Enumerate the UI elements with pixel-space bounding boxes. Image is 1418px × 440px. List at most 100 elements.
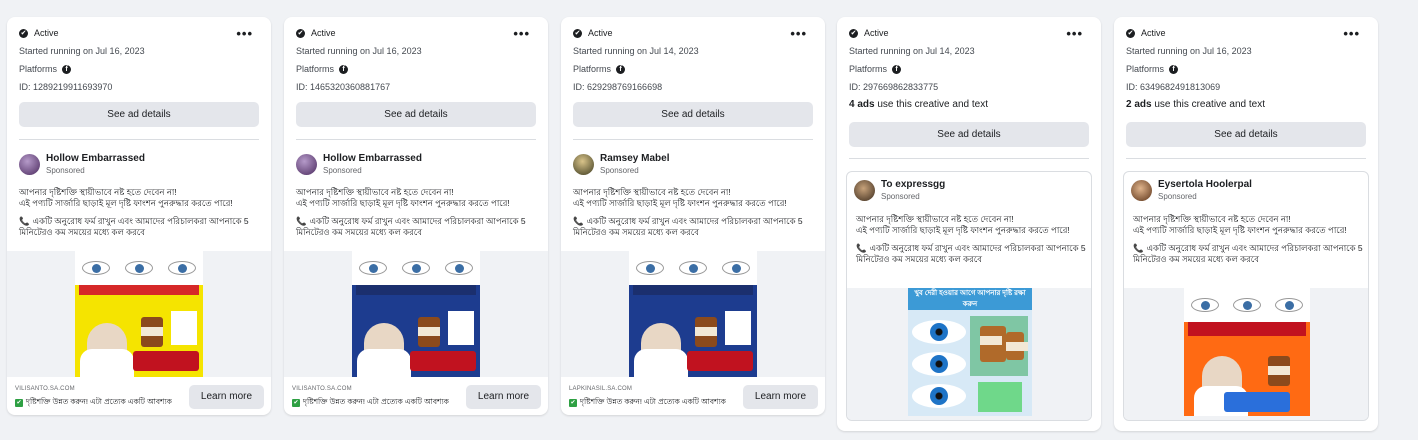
platforms-label: Platforms [19,64,58,74]
ads-count: 4 ads [849,99,875,110]
started-running-text: Started running on Jul 16, 2023 [296,46,422,56]
eye-icon [1191,298,1219,312]
cta-row: ✔ দৃষ্টিশক্তি উন্নত করুন! এটা প্রত্যেক এ… [15,397,172,409]
platforms-row: Platforms f [19,64,72,74]
eye-icon [124,261,153,275]
eyes-strip [629,251,757,285]
ad-id-text: ID: 6349682491813069 [1126,82,1221,92]
check-circle-icon: ✔ [19,28,28,38]
eye-icon [912,352,966,376]
creative-banner [1188,322,1306,336]
status-row: ✔ Active [19,28,59,38]
body-line-2: এই পণ্যটি সার্জারি ছাড়াই মূল দৃষ্টি ফাং… [1133,224,1347,235]
divider [849,158,1089,159]
eye-icon [82,261,111,275]
advertiser-row[interactable]: Hollow Embarrassed Sponsored [296,153,422,176]
advertiser-name[interactable]: Ramsey Mabel [600,153,669,165]
ad-creative-image[interactable] [75,251,203,377]
more-options-button[interactable]: ••• [1066,26,1083,41]
ad-card-3: ✔ Active ••• Started running on Jul 14, … [561,17,825,415]
green-check-icon: ✔ [292,399,300,407]
eye-icon [444,261,473,275]
facebook-icon: f [616,64,626,74]
see-ad-details-button[interactable]: See ad details [849,122,1089,147]
more-options-button[interactable]: ••• [513,26,530,41]
doctor-coat [357,349,411,377]
see-ad-details-button[interactable]: See ad details [19,102,259,127]
status-row: ✔ Active [849,28,889,38]
creative-banner [356,285,476,295]
creative-title: খুব দেরী হওয়ার আগে আপনার দৃষ্টি রক্ষা ক… [908,288,1032,310]
platforms-row: Platforms f [1126,64,1179,74]
eye-icon [912,320,966,344]
ad-body-text: আপনার দৃষ্টিশক্তি স্থায়ীভাবে নষ্ট হতে দ… [19,187,263,237]
facebook-icon: f [892,64,902,74]
status-text: Active [34,28,59,38]
more-options-button[interactable]: ••• [236,26,253,41]
advertiser-row[interactable]: Hollow Embarrassed Sponsored [19,153,145,176]
offer-badge [410,351,476,371]
ad-id-text: ID: 1465320360881767 [296,82,391,92]
platforms-label: Platforms [573,64,612,74]
learn-more-button[interactable]: Learn more [466,385,541,409]
ad-creative-image[interactable]: খুব দেরী হওয়ার আগে আপনার দৃষ্টি রক্ষা ক… [908,288,1032,416]
more-options-button[interactable]: ••• [790,26,807,41]
product-bottle [1006,332,1028,360]
see-ad-details-button[interactable]: See ad details [1126,122,1366,147]
avatar[interactable] [296,154,317,175]
see-ad-details-button[interactable]: See ad details [296,102,536,127]
cta-row: ✔ দৃষ্টিশক্তি উন্নত করুন! এটা প্রত্যেক এ… [292,397,449,409]
avatar[interactable] [854,180,875,201]
body-line-3: 📞 একটি অনুরোধ ফর্ম রাখুন এবং আমাদের পরিচা… [19,216,263,237]
started-running-text: Started running on Jul 16, 2023 [1126,46,1252,56]
check-circle-icon: ✔ [573,28,582,38]
advertiser-name[interactable]: Eysertola Hoolerpal [1158,179,1252,191]
eyes-strip [75,251,203,285]
product-bottle [418,317,440,347]
advertiser-name[interactable]: To expressgg [881,179,945,191]
eye-icon [1233,298,1261,312]
advertiser-row[interactable]: To expressgg Sponsored [854,179,945,202]
status-text: Active [864,28,889,38]
learn-more-button[interactable]: Learn more [189,385,264,409]
ad-creative-image[interactable] [629,251,757,377]
ad-creative-image[interactable] [1184,288,1310,416]
eye-icon [401,261,430,275]
advertiser-name[interactable]: Hollow Embarrassed [323,153,422,165]
platforms-label: Platforms [849,64,888,74]
see-ad-details-button[interactable]: See ad details [573,102,813,127]
ad-footer: LAPKINASIL.SA.COM ✔ দৃষ্টিশক্তি উন্নত কর… [561,377,825,415]
ad-preview: Eysertola Hoolerpal Sponsored আপনার দৃষ্… [1123,171,1369,421]
divider [573,139,813,140]
avatar[interactable] [573,154,594,175]
ad-card-2: ✔ Active ••• Started running on Jul 16, … [284,17,548,415]
advertiser-row[interactable]: Eysertola Hoolerpal Sponsored [1131,179,1252,202]
advertiser-row[interactable]: Ramsey Mabel Sponsored [573,153,669,176]
avatar[interactable] [19,154,40,175]
product-bottle [980,326,1006,362]
status-row: ✔ Active [1126,28,1166,38]
phone-icon: 📞 [573,216,584,226]
facebook-icon: f [1169,64,1179,74]
advertiser-name[interactable]: Hollow Embarrassed [46,153,145,165]
product-bottle [695,317,717,347]
eye-icon [721,261,750,275]
green-check-icon: ✔ [569,399,577,407]
more-options-button[interactable]: ••• [1343,26,1360,41]
body-line-1: আপনার দৃষ্টিশক্তি স্থায়ীভাবে নষ্ট হতে দ… [296,187,454,197]
avatar[interactable] [1131,180,1152,201]
status-row: ✔ Active [573,28,613,38]
check-circle-icon: ✔ [296,28,305,38]
ads-usage-suffix: use this creative and text [874,99,988,110]
body-line-3-text: একটি অনুরোধ ফর্ম রাখুন এবং আমাদের পরিচাল… [19,216,249,237]
offer-badge [133,351,199,371]
learn-more-button[interactable]: Learn more [743,385,818,409]
eye-chart [725,311,751,345]
started-running-text: Started running on Jul 16, 2023 [19,46,145,56]
ad-footer: VILISANTO.SA.COM ✔ দৃষ্টিশক্তি উন্নত করু… [284,377,548,415]
ad-creative-image[interactable] [352,251,480,377]
ad-body-text: আপনার দৃষ্টিশক্তি স্থায়ীভাবে নষ্ট হতে দ… [856,214,1088,264]
ad-body-text: আপনার দৃষ্টিশক্তি স্থায়ীভাবে নষ্ট হতে দ… [573,187,817,237]
status-text: Active [1141,28,1166,38]
phone-icon: 📞 [1133,243,1144,253]
